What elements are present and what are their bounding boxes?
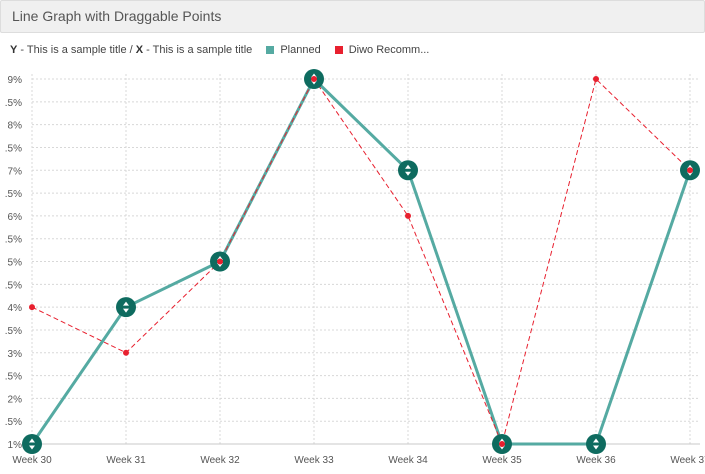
y-tick-label: .5% — [5, 235, 22, 246]
y-tick-label: 1% — [8, 440, 23, 451]
y-tick-label: .5% — [5, 372, 22, 383]
drag-handle-planned[interactable] — [210, 251, 230, 272]
drag-handle-circle[interactable] — [586, 434, 606, 454]
point-recommended-overlay — [687, 167, 693, 174]
legend-x-text: - This is a sample title — [143, 44, 253, 56]
chart-title-bar: Line Graph with Draggable Points — [0, 0, 705, 33]
drag-handle-circle[interactable] — [398, 160, 418, 181]
point-recommended — [29, 304, 35, 311]
legend-item-planned[interactable]: Planned — [280, 44, 320, 56]
legend-item-recommended[interactable]: Diwo Recomm... — [349, 44, 430, 56]
chart-title: Line Graph with Draggable Points — [12, 8, 222, 24]
x-tick-label: Week 30 — [12, 455, 52, 466]
x-tick-label: Week 35 — [482, 455, 522, 466]
drag-handle-circle[interactable] — [22, 434, 42, 454]
y-tick-label: .5% — [5, 189, 22, 200]
legend-y-text: - This is a sample title / — [17, 44, 136, 56]
y-tick-label: .5% — [5, 417, 22, 428]
legend-swatch-planned[interactable] — [266, 46, 275, 54]
x-tick-label: Week 31 — [106, 455, 146, 466]
point-recommended — [405, 212, 411, 219]
y-tick-label: 7% — [8, 166, 23, 177]
drag-handle-planned[interactable] — [586, 434, 606, 454]
y-tick-label: 6% — [8, 212, 23, 223]
legend-swatch-recommended[interactable] — [334, 46, 343, 54]
drag-handle-planned[interactable] — [680, 160, 700, 181]
line-chart: 1% .5% 2% .5% 3% .5% 4% .5% 5% .5% 6% .5% 7% .5% 8% .5%… — [5, 69, 705, 466]
y-tick-label: .5% — [5, 280, 22, 291]
x-tick-label: Week 36 — [576, 455, 616, 466]
y-tick-label: 9% — [8, 75, 23, 86]
legend-y-label: Y — [10, 44, 18, 56]
axes: 1% .5% 2% .5% 3% .5% 4% .5% 5% .5% 6% .5% 7% .5% 8% .5%… — [5, 75, 705, 466]
x-tick-label: Week 37 — [670, 455, 705, 466]
drag-handle-planned[interactable] — [492, 434, 512, 454]
point-recommended — [123, 349, 129, 356]
point-recommended-overlay — [311, 76, 317, 82]
y-tick-label: 5% — [8, 258, 23, 269]
point-recommended — [593, 76, 599, 82]
y-tick-label: .5% — [5, 143, 22, 154]
x-tick-label: Week 32 — [200, 455, 240, 466]
drag-handle-planned[interactable] — [398, 160, 418, 181]
y-tick-label: 4% — [8, 303, 23, 314]
drag-handle-planned[interactable] — [304, 69, 324, 89]
x-tick-label: Week 34 — [388, 455, 428, 466]
point-recommended-overlay — [499, 441, 505, 447]
x-tick-label: Week 33 — [294, 455, 334, 466]
y-tick-label: 8% — [8, 121, 23, 132]
legend: Y - This is a sample title / X - This is… — [10, 43, 429, 57]
drag-handle-circle[interactable] — [116, 297, 136, 318]
drag-handle-planned[interactable] — [22, 434, 42, 454]
y-tick-label: 3% — [8, 349, 23, 360]
point-recommended-overlay — [217, 258, 223, 265]
y-tick-label: .5% — [5, 98, 22, 109]
drag-handle-planned[interactable] — [116, 297, 136, 318]
legend-x-label: X — [135, 44, 144, 56]
y-tick-label: .5% — [5, 326, 22, 337]
y-tick-label: 2% — [8, 394, 23, 405]
